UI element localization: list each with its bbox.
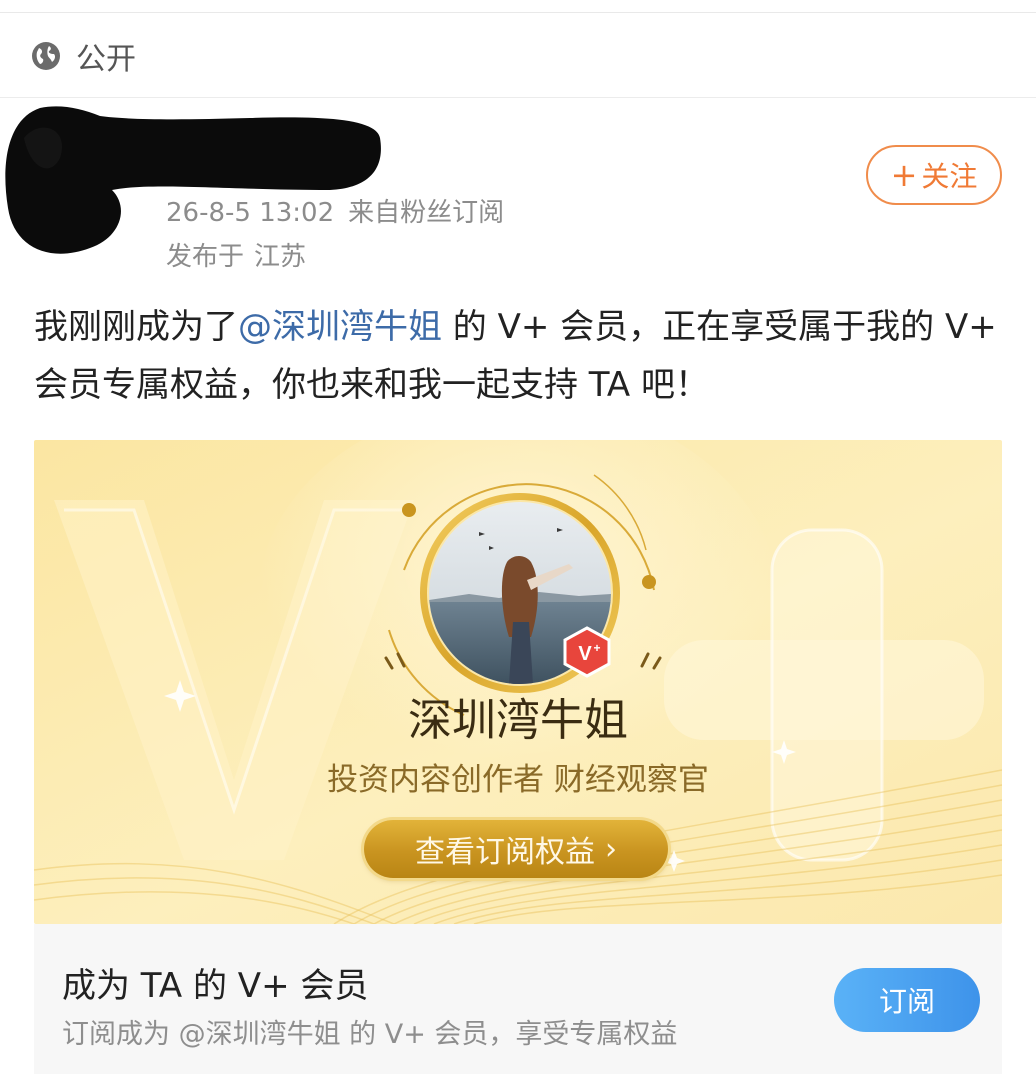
post-meta: 26-8-5 13:02 来自粉丝订阅 <box>166 192 504 229</box>
globe-icon <box>32 42 60 70</box>
svg-text:+: + <box>593 641 600 655</box>
vplus-card[interactable]: V + 深圳湾牛姐 投资内容创作者 财经观察官 查看订阅权益 › <box>34 440 1002 924</box>
post-timestamp: 26-8-5 13:02 <box>166 198 335 228</box>
subscribe-button[interactable]: 订阅 <box>834 968 980 1032</box>
location-value: 江苏 <box>254 242 307 272</box>
follow-label: 关注 <box>921 160 978 193</box>
view-benefits-button[interactable]: 查看订阅权益 › <box>364 820 668 878</box>
location-prefix: 发布于 <box>166 242 245 272</box>
post-location: 发布于 江苏 <box>166 236 306 273</box>
subscribe-title: 成为 TA 的 V+ 会员 <box>62 966 369 1006</box>
view-benefits-label: 查看订阅权益 <box>415 835 595 870</box>
mention-link[interactable]: @深圳湾牛姐 <box>238 307 442 347</box>
post-source: 来自粉丝订阅 <box>348 198 505 228</box>
chevron-right-icon: › <box>605 831 617 867</box>
post-text-before: 我刚刚成为了 <box>34 307 238 347</box>
plus-icon: + <box>890 156 918 194</box>
subscribe-description: 订阅成为 @深圳湾牛姐 的 V+ 会员，享受专属权益 <box>62 1019 678 1050</box>
vplus-badge-icon: V + <box>563 626 611 678</box>
top-divider <box>0 12 1036 13</box>
visibility-indicator: 公开 <box>30 34 136 78</box>
svg-text:V: V <box>578 643 592 665</box>
creator-name: 深圳湾牛姐 <box>408 695 628 746</box>
creator-role: 投资内容创作者 财经观察官 <box>327 762 709 798</box>
subscribe-panel: 成为 TA 的 V+ 会员 订阅成为 @深圳湾牛姐 的 V+ 会员，享受专属权益… <box>34 924 1002 1074</box>
visibility-label: 公开 <box>76 42 136 77</box>
follow-button[interactable]: + 关注 <box>866 145 1002 205</box>
post-text: 我刚刚成为了@深圳湾牛姐 的 V+ 会员，正在享受属于我的 V+ 会员专属权益，… <box>34 298 1014 414</box>
